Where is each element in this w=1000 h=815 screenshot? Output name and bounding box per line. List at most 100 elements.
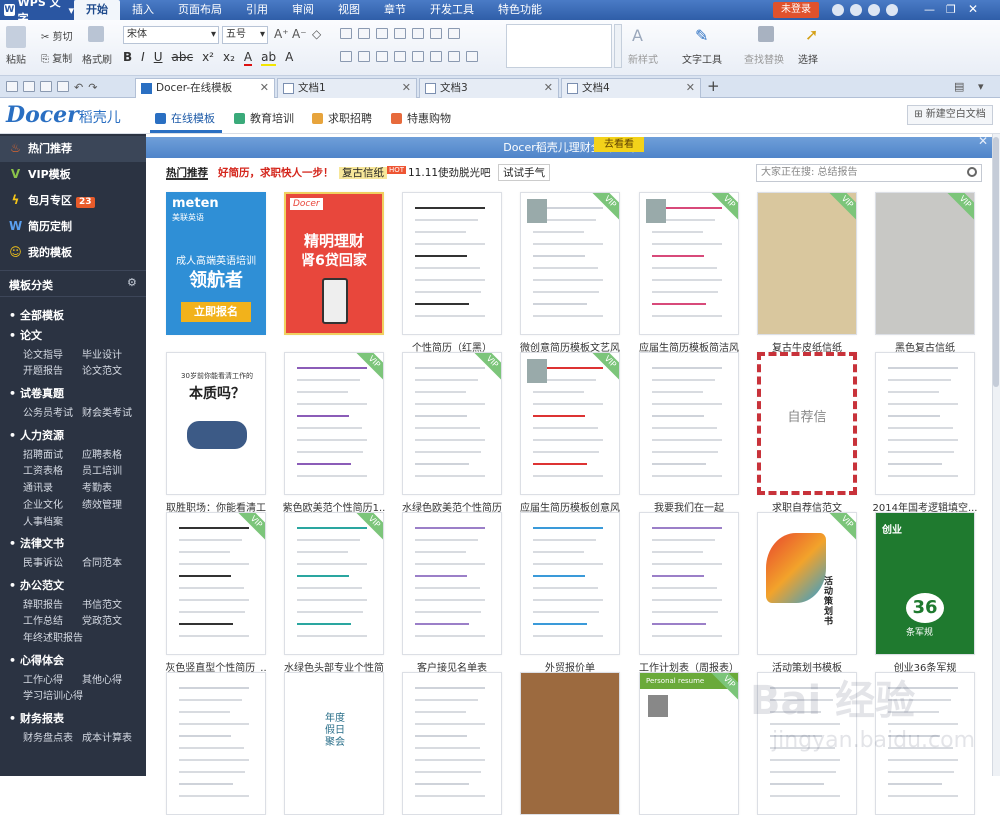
docer-logo[interactable]: Docer稻壳儿 [6,102,121,128]
template-card[interactable] [520,512,620,655]
template-card[interactable]: VIP [284,352,384,495]
subcat-link[interactable]: 财会类考试 [82,404,132,419]
template-card[interactable] [520,672,620,815]
subcat-link[interactable]: 考勤表 [82,479,112,494]
subcat-link[interactable]: 企业文化 [23,496,63,511]
bold-icon[interactable]: B [123,50,132,66]
font-size-select[interactable]: 五号 ▾ [222,26,268,44]
subcat-link[interactable]: 论文指导 [23,346,63,361]
subcat-link[interactable]: 合同范本 [82,554,122,569]
subcat-link[interactable]: 工作总结 [23,612,63,627]
text-tools-icon[interactable]: ✎ [695,26,708,45]
app-menu-button[interactable]: W WPS 文字 ▾ [0,0,74,25]
template-card[interactable]: 活动策划书 VIP [757,512,857,655]
menu-insert[interactable]: 插入 [120,0,166,20]
subcat-link[interactable]: 成本计算表 [82,729,132,744]
sidebar-item-hot[interactable]: ♨ 热门推荐 [0,136,146,162]
subcat-link[interactable]: 工作心得 [23,671,63,686]
format-painter-label[interactable]: 格式刷 [82,51,112,66]
close-tab-icon[interactable]: ✕ [686,79,695,97]
new-style-icon[interactable]: A [632,26,643,45]
text-direction-icon[interactable] [448,28,460,39]
subcat-link[interactable]: 员工培训 [82,462,122,477]
subcat-link[interactable]: 论文范文 [82,362,122,377]
subcat-link[interactable]: 年终述职报告 [23,629,83,644]
close-tab-icon[interactable]: ✕ [544,79,553,97]
close-tab-icon[interactable]: ✕ [260,79,269,97]
select-label[interactable]: 选择 [798,51,818,66]
find-replace-label[interactable]: 查找替换 [744,51,784,66]
nav-online-templates[interactable]: 在线模板 [155,110,215,126]
subcat-link[interactable]: 民事诉讼 [23,554,63,569]
menu-special[interactable]: 特色功能 [486,0,554,20]
subcat-link[interactable]: 辞职报告 [23,596,63,611]
gear-icon[interactable]: ⚙ [127,276,137,289]
menu-references[interactable]: 引用 [234,0,280,20]
template-card[interactable]: 年度 假日 聚会 [284,672,384,815]
new-blank-doc-button[interactable]: ⊞ 新建空白文档 [907,105,993,125]
save-icon[interactable] [6,81,18,92]
menu-section[interactable]: 章节 [372,0,418,20]
template-card[interactable]: VIP [757,192,857,335]
numbering-icon[interactable] [358,28,370,39]
template-card[interactable]: VIP [520,352,620,495]
template-card[interactable]: VIP [875,192,975,335]
align-right-icon[interactable] [376,51,388,62]
style-gallery-scroll[interactable] [614,24,622,68]
new-style-label[interactable]: 新样式 [628,51,658,66]
superscript-icon[interactable]: x² [202,50,214,66]
category-legal[interactable]: 法律文书 [9,535,64,551]
category-office[interactable]: 办公范文 [9,577,64,593]
template-card[interactable] [402,512,502,655]
select-cursor-icon[interactable]: ➚ [805,25,818,44]
style-gallery[interactable] [506,24,612,68]
paste-label[interactable]: 粘贴 [6,51,26,66]
template-card[interactable] [875,352,975,495]
sidebar-item-mine[interactable]: ☺ 我的模板 [0,240,146,266]
template-card[interactable]: 自荐信 [757,352,857,495]
nav-shopping[interactable]: 特惠购物 [391,110,451,126]
char-shading-icon[interactable]: A [285,50,293,66]
template-card[interactable] [639,352,739,495]
category-all[interactable]: 全部模板 [9,307,64,323]
template-card[interactable]: 30岁前你能看清工作的 本质吗？ [166,352,266,495]
tab-list-icon[interactable]: ▤ [954,80,964,93]
decrease-indent-icon[interactable] [376,28,388,39]
export-pdf-icon[interactable] [57,81,69,92]
subcat-link[interactable]: 党政范文 [82,612,122,627]
subcat-link[interactable]: 人事档案 [23,513,63,528]
menu-page-layout[interactable]: 页面布局 [166,0,234,20]
template-card[interactable] [402,192,502,335]
justify-icon[interactable] [394,51,406,62]
subcat-link[interactable]: 绩效管理 [82,496,122,511]
template-card[interactable] [166,672,266,815]
template-card[interactable]: VIP [284,512,384,655]
cut-button[interactable]: ✂ 剪切 [41,28,73,43]
tab-menu-icon[interactable]: ▾ [978,80,984,93]
font-color-icon[interactable]: A [243,50,253,66]
category-finance[interactable]: 财务报表 [9,710,64,726]
subcat-link[interactable]: 财务盘点表 [23,729,73,744]
nav-jobs[interactable]: 求职招聘 [312,110,372,126]
increase-indent-icon[interactable] [394,28,406,39]
tab-doc1[interactable]: 文档1 ✕ [277,78,417,98]
text-tools-label[interactable]: 文字工具 [682,51,722,66]
subcat-link[interactable]: 应聘表格 [82,446,122,461]
subcat-link[interactable]: 通讯录 [23,479,53,494]
tab-docer[interactable]: Docer-在线模板 ✕ [135,78,275,99]
shrink-font-icon[interactable]: A⁻ [292,27,307,41]
line-spacing-icon[interactable] [430,51,442,62]
settings-icon[interactable] [850,4,862,16]
subcat-link[interactable]: 书信范文 [82,596,122,611]
login-button[interactable]: 未登录 [773,2,819,18]
scrollbar-thumb[interactable] [993,137,999,387]
ad-cta-button[interactable]: 立即报名 [181,302,251,322]
category-exam[interactable]: 试卷真题 [9,385,64,401]
align-left-icon[interactable] [340,51,352,62]
restore-icon[interactable]: ❐ [946,3,956,16]
template-card[interactable]: VIP [520,192,620,335]
template-card[interactable]: Docer 精明理财 肾6贷回家 [284,192,384,335]
subcat-link[interactable]: 工资表格 [23,462,63,477]
feedback-icon[interactable] [886,4,898,16]
copy-button[interactable]: ⎘ 复制 [41,50,72,65]
